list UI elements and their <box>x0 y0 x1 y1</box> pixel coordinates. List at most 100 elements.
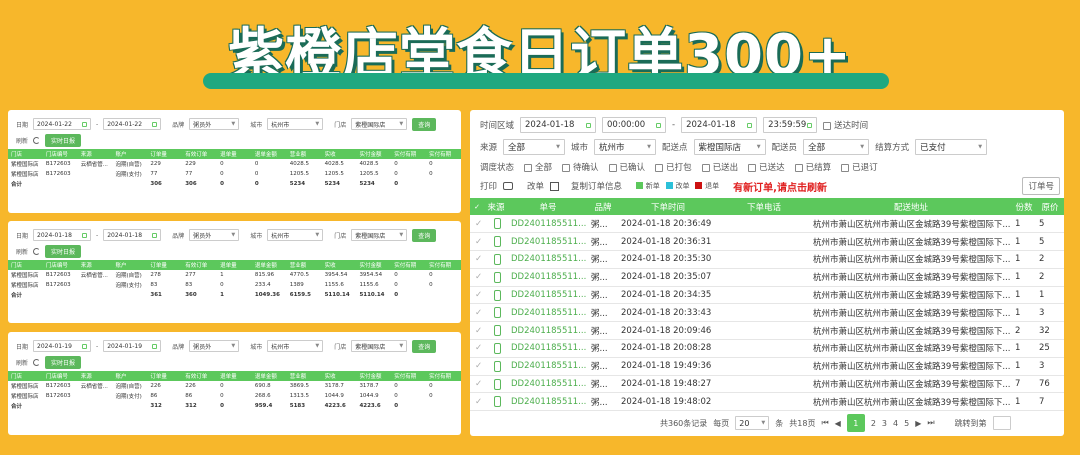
column-header[interactable]: 单号 <box>508 198 588 215</box>
column-header[interactable]: 账户 <box>113 149 148 159</box>
order-number-link[interactable]: DD2401185511... <box>508 250 588 269</box>
order-number-button[interactable]: 订单号 <box>1022 177 1060 195</box>
order-number-link[interactable]: DD2401185511... <box>508 392 588 412</box>
refresh-icon[interactable] <box>33 358 41 366</box>
edit-icon[interactable] <box>550 181 560 191</box>
column-header[interactable]: 来源 <box>484 198 508 215</box>
column-header[interactable]: 下单电话 <box>718 198 810 215</box>
page-button[interactable]: 3 <box>882 419 887 428</box>
column-header[interactable]: 下单时间 <box>618 198 718 215</box>
realtime-report-button[interactable]: 实时日报 <box>45 355 82 369</box>
column-header[interactable]: 营业额 <box>287 260 322 270</box>
row-check-icon[interactable]: ✓ <box>470 321 484 341</box>
column-header[interactable]: 实付有期 <box>426 371 461 381</box>
settle-select[interactable]: 已支付 ▼ <box>915 139 988 155</box>
column-header[interactable]: 门店编号 <box>43 149 78 159</box>
order-number-link[interactable]: DD2401185511... <box>508 321 588 341</box>
printer-icon[interactable] <box>503 182 514 190</box>
row-check-icon[interactable]: ✓ <box>470 215 484 234</box>
select-all-checkbox[interactable]: ✓ <box>470 198 484 215</box>
column-header[interactable]: 实付金额 <box>356 260 391 270</box>
copy-order-info-button[interactable]: 复制订单信息 <box>571 180 622 192</box>
order-number-link[interactable]: DD2401185511... <box>508 215 588 234</box>
dispatch-select[interactable]: 紫橙国际店 ▼ <box>693 139 766 155</box>
start-date-input[interactable]: 2024-01-22 <box>33 118 92 130</box>
edit-order-button[interactable]: 改单 <box>527 180 544 192</box>
column-header[interactable]: 门店 <box>8 149 43 159</box>
column-header[interactable]: 账户 <box>113 371 148 381</box>
column-header[interactable]: 订单量 <box>147 149 182 159</box>
last-page-icon[interactable]: ⏭ <box>927 418 934 428</box>
column-header[interactable]: 门店 <box>8 371 43 381</box>
row-check-icon[interactable]: ✓ <box>470 357 484 376</box>
column-header[interactable]: 营业额 <box>287 149 322 159</box>
column-header[interactable]: 来源 <box>78 149 113 159</box>
column-header[interactable]: 原价 <box>1036 198 1064 215</box>
column-header[interactable]: 门店编号 <box>43 260 78 270</box>
column-header[interactable]: 实付有期 <box>391 260 426 270</box>
column-header[interactable]: 实收 <box>322 260 357 270</box>
column-header[interactable]: 退单量 <box>217 260 252 270</box>
order-number-link[interactable]: DD2401185511... <box>508 268 588 287</box>
row-check-icon[interactable]: ✓ <box>470 392 484 412</box>
column-header[interactable]: 订单量 <box>147 371 182 381</box>
column-header[interactable]: 有效订单 <box>182 260 217 270</box>
column-header[interactable]: 订单量 <box>147 260 182 270</box>
status-checkbox[interactable]: 已确认 <box>608 161 645 173</box>
start-date-input[interactable]: 2024-01-18 <box>33 229 92 241</box>
brand-select[interactable]: 粥员外 ▼ <box>189 118 240 130</box>
row-check-icon[interactable]: ✓ <box>470 339 484 358</box>
order-row[interactable]: ✓ DD2401185511... 粥... 2024-01-18 19:49:… <box>470 357 1064 376</box>
print-button[interactable]: 打印 <box>480 180 497 192</box>
order-number-link[interactable]: DD2401185511... <box>508 232 588 252</box>
next-page-icon[interactable]: ▶ <box>915 419 921 428</box>
per-page-select[interactable]: 20 ▼ <box>735 416 770 430</box>
column-header[interactable]: 来源 <box>78 260 113 270</box>
order-row[interactable]: ✓ DD2401185511... 粥... 2024-01-18 20:35:… <box>470 250 1064 269</box>
refresh-icon[interactable] <box>33 136 41 144</box>
column-header[interactable]: 实收 <box>322 149 357 159</box>
prev-page-icon[interactable]: ◀ <box>835 419 841 428</box>
order-row[interactable]: ✓ DD2401185511... 粥... 2024-01-18 20:33:… <box>470 303 1064 323</box>
city-select[interactable]: 杭州市 ▼ <box>267 340 324 352</box>
column-header[interactable]: 实收 <box>322 371 357 381</box>
order-row[interactable]: ✓ DD2401185511... 粥... 2024-01-18 20:35:… <box>470 268 1064 287</box>
column-header[interactable]: 实付金额 <box>356 149 391 159</box>
delivery-time-checkbox[interactable]: 送达时间 <box>823 119 868 131</box>
store-select[interactable]: 紫橙国际店 ▼ <box>351 229 408 241</box>
order-row[interactable]: ✓ DD2401185511... 粥... 2024-01-18 19:48:… <box>470 392 1064 412</box>
column-header[interactable]: 有效订单 <box>182 371 217 381</box>
column-header[interactable]: 门店编号 <box>43 371 78 381</box>
start-time-input[interactable]: 00:00:00 <box>602 117 667 133</box>
column-header[interactable]: 退单量 <box>217 371 252 381</box>
column-header[interactable]: 份数 <box>1012 198 1036 215</box>
order-number-link[interactable]: DD2401185511... <box>508 339 588 358</box>
column-header[interactable]: 退单金额 <box>252 371 287 381</box>
end-date-input[interactable]: 2024-01-18 <box>103 229 162 241</box>
column-header[interactable]: 品牌 <box>588 198 618 215</box>
row-check-icon[interactable]: ✓ <box>470 232 484 252</box>
refresh-icon[interactable] <box>33 247 41 255</box>
order-number-link[interactable]: DD2401185511... <box>508 375 588 394</box>
realtime-report-button[interactable]: 实时日报 <box>45 133 82 147</box>
status-checkbox[interactable]: 全部 <box>524 161 552 173</box>
column-header[interactable]: 配送地址 <box>810 198 1012 215</box>
page-button[interactable]: 1 <box>846 414 865 432</box>
column-header[interactable]: 实付有期 <box>426 149 461 159</box>
column-header[interactable]: 退单量 <box>217 149 252 159</box>
start-date-input[interactable]: 2024-01-19 <box>33 340 92 352</box>
store-select[interactable]: 紫橙国际店 ▼ <box>351 118 408 130</box>
end-date-input[interactable]: 2024-01-22 <box>103 118 162 130</box>
order-number-link[interactable]: DD2401185511... <box>508 286 588 305</box>
column-header[interactable]: 账户 <box>113 260 148 270</box>
city-select[interactable]: 杭州市 ▼ <box>267 118 324 130</box>
end-date-input[interactable]: 2024-01-19 <box>103 340 162 352</box>
column-header[interactable]: 实付金额 <box>356 371 391 381</box>
column-header[interactable]: 实付有期 <box>391 371 426 381</box>
query-button[interactable]: 查询 <box>412 228 437 242</box>
source-select[interactable]: 全部 ▼ <box>503 139 566 155</box>
new-order-alert[interactable]: 有新订单,请点击刷新 <box>733 179 827 194</box>
column-header[interactable]: 退单金额 <box>252 260 287 270</box>
order-row[interactable]: ✓ DD2401185511... 粥... 2024-01-18 20:09:… <box>470 321 1064 341</box>
brand-select[interactable]: 粥员外 ▼ <box>189 229 240 241</box>
